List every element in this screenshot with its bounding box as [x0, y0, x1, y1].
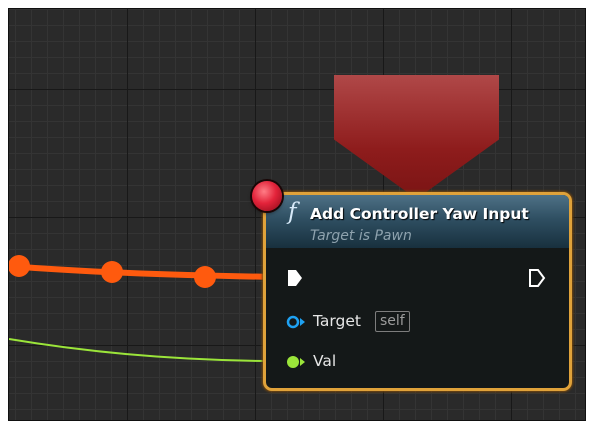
exec-pin-out-icon[interactable]: [528, 268, 546, 288]
target-default-self-badge: self: [375, 311, 410, 332]
float-pin-icon[interactable]: [286, 354, 308, 370]
exec-pin-in-icon[interactable]: [286, 268, 304, 288]
wire-reroute-knot[interactable]: [194, 266, 216, 288]
add-controller-yaw-input-node[interactable]: f Add Controller Yaw Input Target is Paw…: [263, 192, 572, 391]
object-pin-icon[interactable]: [286, 314, 308, 330]
node-header[interactable]: f Add Controller Yaw Input Target is Paw…: [266, 195, 569, 248]
node-title: Add Controller Yaw Input: [310, 205, 529, 223]
exec-wire[interactable]: [9, 263, 280, 280]
val-pin-label: Val: [313, 352, 337, 370]
wire-reroute-knot[interactable]: [101, 261, 123, 283]
function-icon: f: [288, 199, 297, 225]
breakpoint-icon[interactable]: [252, 181, 282, 211]
val-wire[interactable]: [9, 338, 280, 362]
node-subtitle: Target is Pawn: [310, 228, 412, 244]
graph-canvas[interactable]: f Add Controller Yaw Input Target is Paw…: [8, 8, 586, 421]
wire-reroute-knot[interactable]: [9, 255, 30, 277]
target-pin-label: Target: [313, 312, 361, 330]
